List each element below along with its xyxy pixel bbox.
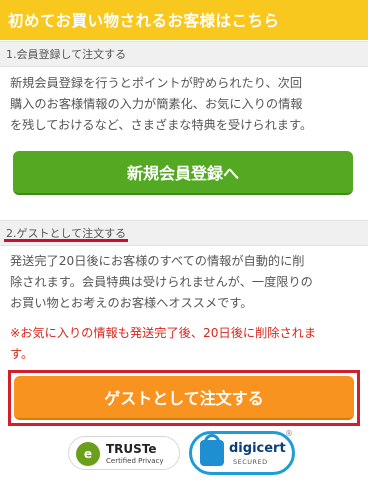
padlock-icon [200,440,224,466]
guest-description: 発送完了20日後にお客様のすべての情報が自動的に削 除されます。会員特典は受けら… [0,251,368,314]
member-section: 1.会員登録して注文する 新規会員登録を行うとポイントが貯められたり、次回 購入… [0,41,368,136]
member-description-line: 購入のお客様情報の入力が簡素化、お気に入りの情報 [10,97,303,111]
deletion-warning: ※お気に入りの情報も発送完了後、20日後に削除されま す。 [10,323,360,365]
guest-section-heading: 2.ゲストとして注文する [0,220,368,246]
digicert-name: digicert [229,441,286,456]
truste-badge[interactable]: e TRUSTe Certified Privacy [68,436,180,470]
member-description-line: を残しておけるなど、さまざまな特典を受けられます。 [10,118,313,132]
digicert-subtitle: SECURED [233,458,268,466]
registered-mark: ® [285,429,293,438]
truste-name: TRUSTe [106,442,157,456]
guest-description-line: 発送完了20日後にお客様のすべての情報が自動的に削 [10,254,305,268]
guest-description-line: 除されます。会員特典は受けられませんが、一度限りの [10,275,313,289]
checkout-choice-page: 初めてお買い物されるお客様はこちら 1.会員登録して注文する 新規会員登録を行う… [0,0,368,504]
warning-line: す。 [10,347,34,361]
guest-order-button[interactable]: ゲストとして注文する [14,376,354,420]
member-description: 新規会員登録を行うとポイントが貯められたり、次回 購入のお客様情報の入力が簡素化… [0,67,368,136]
guest-section: 2.ゲストとして注文する [0,220,368,246]
member-description-line: 新規会員登録を行うとポイントが貯められたり、次回 [10,76,303,90]
member-section-heading: 1.会員登録して注文する [0,41,368,67]
page-header: 初めてお買い物されるお客様はこちら [0,0,368,40]
digicert-badge[interactable]: digicert SECURED ® [189,429,297,477]
header-title: 初めてお買い物されるお客様はこちら [8,12,280,30]
warning-line: ※お気に入りの情報も発送完了後、20日後に削除されま [10,326,317,340]
truste-logo-icon: e [76,442,100,466]
truste-subtitle: Certified Privacy [106,457,164,465]
register-member-button[interactable]: 新規会員登録へ [13,151,353,195]
guest-description-line: お買い物とお考えのお客様へオススメです。 [10,296,253,310]
guest-heading-underline [4,239,128,242]
